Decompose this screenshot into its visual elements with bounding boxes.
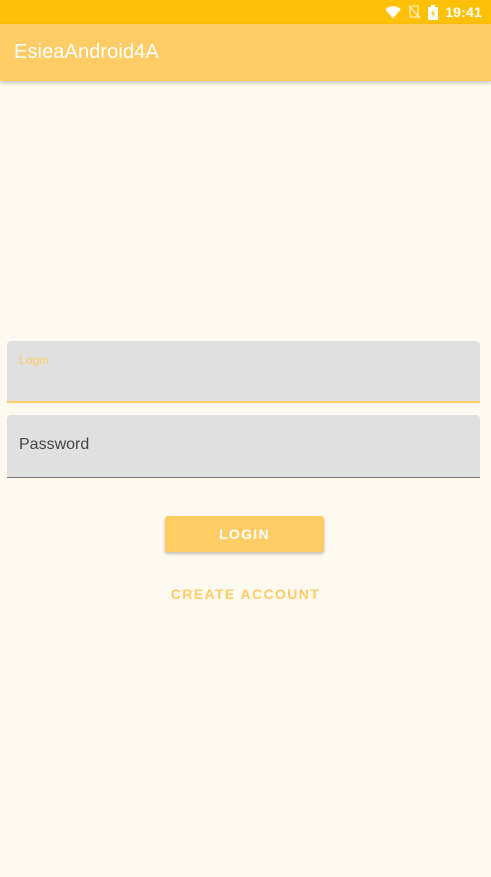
login-field-label: Login bbox=[19, 353, 49, 367]
app-bar: EsieaAndroid4A bbox=[0, 24, 491, 81]
no-sim-icon bbox=[408, 5, 421, 19]
status-time: 19:41 bbox=[445, 4, 482, 20]
login-field[interactable]: Login bbox=[7, 341, 480, 403]
login-button[interactable]: LOGIN bbox=[165, 516, 324, 552]
battery-icon bbox=[428, 4, 439, 20]
app-title: EsieaAndroid4A bbox=[14, 41, 159, 63]
password-field-hint: Password bbox=[19, 436, 90, 453]
create-account-button[interactable]: CREATE ACCOUNT bbox=[0, 584, 491, 604]
status-bar: 19:41 bbox=[0, 0, 491, 24]
status-icons: 19:41 bbox=[385, 0, 482, 24]
wifi-icon bbox=[385, 5, 401, 19]
password-field[interactable]: Password bbox=[7, 415, 480, 478]
